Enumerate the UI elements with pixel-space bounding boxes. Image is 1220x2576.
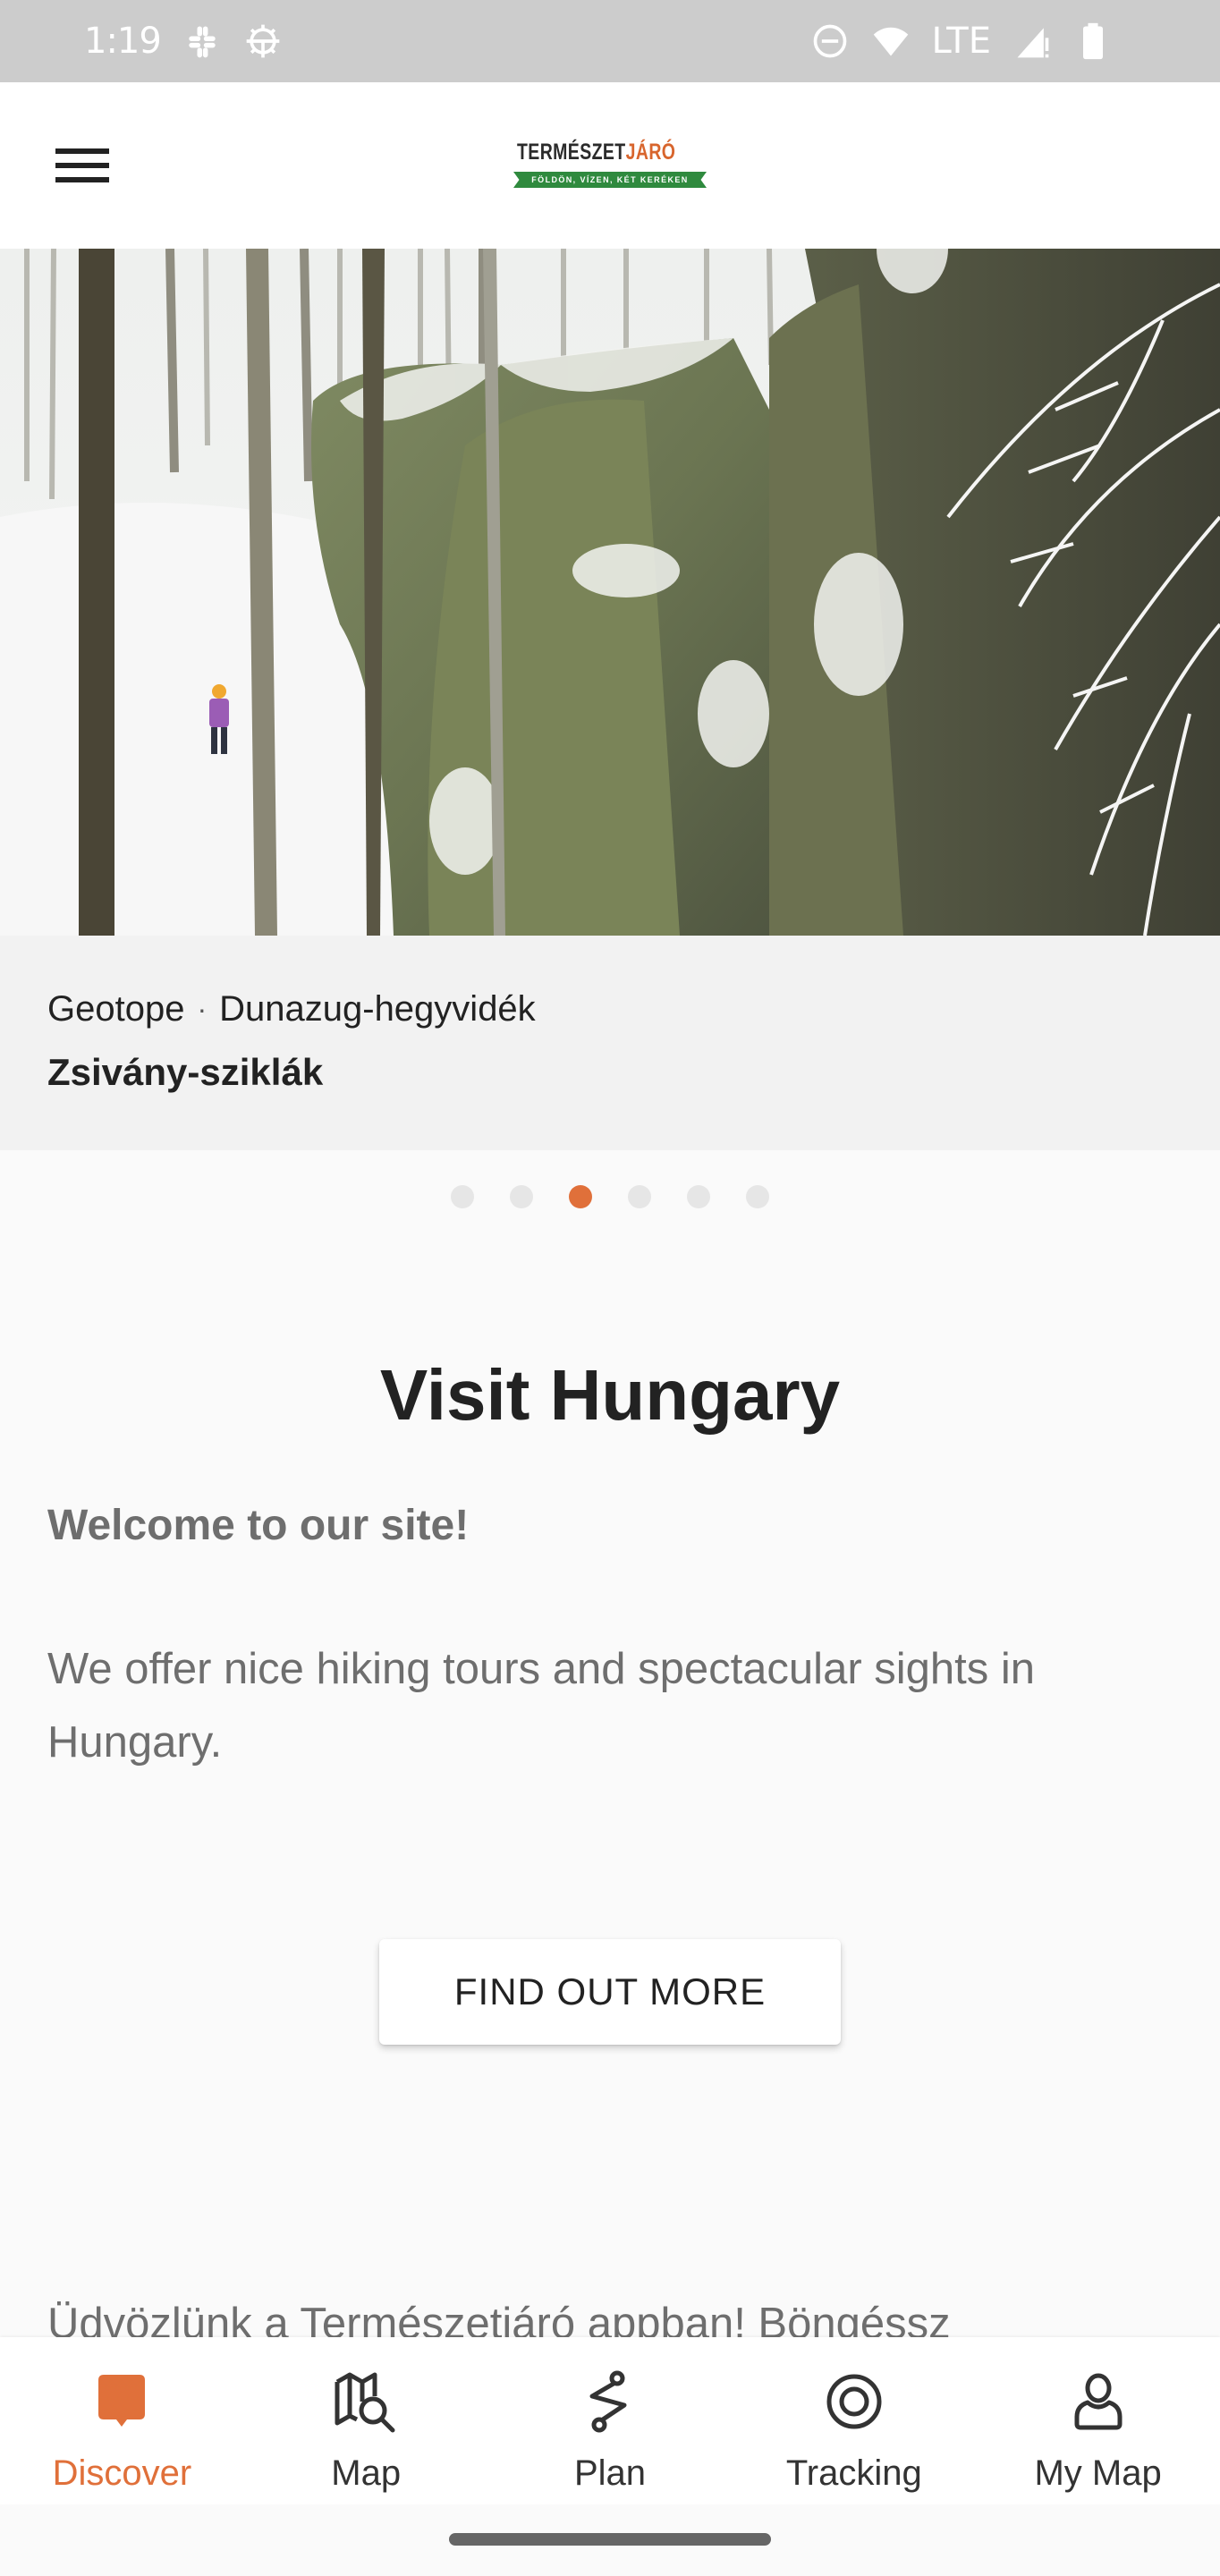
- discover-icon: [86, 2366, 157, 2437]
- map-search-icon: [330, 2366, 402, 2437]
- slack-icon: [189, 26, 216, 58]
- nav-item-my-map[interactable]: My Map: [976, 2337, 1220, 2504]
- wifi-icon: [873, 27, 908, 56]
- nav-item-map[interactable]: Map: [244, 2337, 488, 2504]
- caption-separator: ·: [197, 993, 208, 1025]
- carousel-pagination: [0, 1179, 1220, 1215]
- carousel-dot[interactable]: [628, 1185, 651, 1208]
- carousel-dot[interactable]: [687, 1185, 710, 1208]
- logo-tagline: FÖLDÖN, VÍZEN, KÉT KERÉKEN: [513, 172, 707, 188]
- battery-icon: [1083, 22, 1103, 60]
- carousel-dot[interactable]: [510, 1185, 533, 1208]
- caption-category: Geotope: [47, 989, 185, 1029]
- welcome-text: Welcome to our site!: [47, 1502, 470, 1549]
- settings-gear-icon: [246, 24, 280, 58]
- app-bar: TERMÉSZETJÁRÓ FÖLDÖN, VÍZEN, KÉT KERÉKEN: [0, 82, 1220, 249]
- carousel-dot[interactable]: [746, 1185, 769, 1208]
- do-not-disturb-icon: [813, 24, 846, 58]
- profile-icon: [1063, 2366, 1134, 2437]
- carousel-dot-active[interactable]: [569, 1185, 592, 1208]
- main-content: Visit Hungary Welcome to our site! We of…: [0, 1324, 1220, 1779]
- intro-text: We offer nice hiking tours and spectacul…: [47, 1645, 1036, 1767]
- network-type: LTE: [931, 21, 991, 62]
- nav-label: Tracking: [785, 2453, 922, 2493]
- caption-title: Zsivány-sziklák: [47, 1051, 324, 1093]
- hero-image[interactable]: [0, 249, 1220, 936]
- caption-meta: Geotope · Dunazug-hegyvidék: [47, 989, 1220, 1030]
- hamburger-menu-icon[interactable]: [39, 127, 125, 204]
- carousel-dot[interactable]: [451, 1185, 474, 1208]
- logo-word-dark: TERMÉSZET: [517, 139, 626, 165]
- nav-item-discover[interactable]: Discover: [0, 2337, 244, 2504]
- status-bar: 1:19 LTE: [0, 0, 1220, 82]
- hero-illustration: [0, 249, 1220, 936]
- home-indicator[interactable]: [449, 2533, 771, 2546]
- nav-item-tracking[interactable]: Tracking: [732, 2337, 976, 2504]
- page-headline: Visit Hungary: [379, 1355, 841, 1435]
- nav-label: My Map: [1034, 2453, 1162, 2493]
- app-logo[interactable]: TERMÉSZETJÁRÓ FÖLDÖN, VÍZEN, KÉT KERÉKEN: [513, 134, 707, 193]
- find-out-more-button[interactable]: FIND OUT MORE: [379, 1939, 841, 2045]
- nav-item-plan[interactable]: Plan: [488, 2337, 733, 2504]
- status-time: 1:19: [84, 21, 162, 62]
- tracking-target-icon: [818, 2366, 890, 2437]
- signal-icon: [1017, 28, 1049, 58]
- bottom-navigation: Discover Map Plan Tracking My Map: [0, 2337, 1220, 2504]
- hero-caption[interactable]: Geotope · Dunazug-hegyvidék Zsivány-szik…: [0, 936, 1220, 1150]
- route-plan-icon: [574, 2366, 646, 2437]
- caption-region: Dunazug-hegyvidék: [219, 989, 536, 1029]
- logo-wordmark: TERMÉSZETJÁRÓ: [517, 140, 675, 165]
- status-right: LTE: [810, 21, 1113, 62]
- nav-label: Map: [331, 2453, 402, 2493]
- nav-label: Discover: [52, 2453, 192, 2493]
- logo-word-accent: JÁRÓ: [625, 139, 676, 165]
- status-left: 1:19: [84, 21, 283, 62]
- nav-label: Plan: [573, 2453, 647, 2493]
